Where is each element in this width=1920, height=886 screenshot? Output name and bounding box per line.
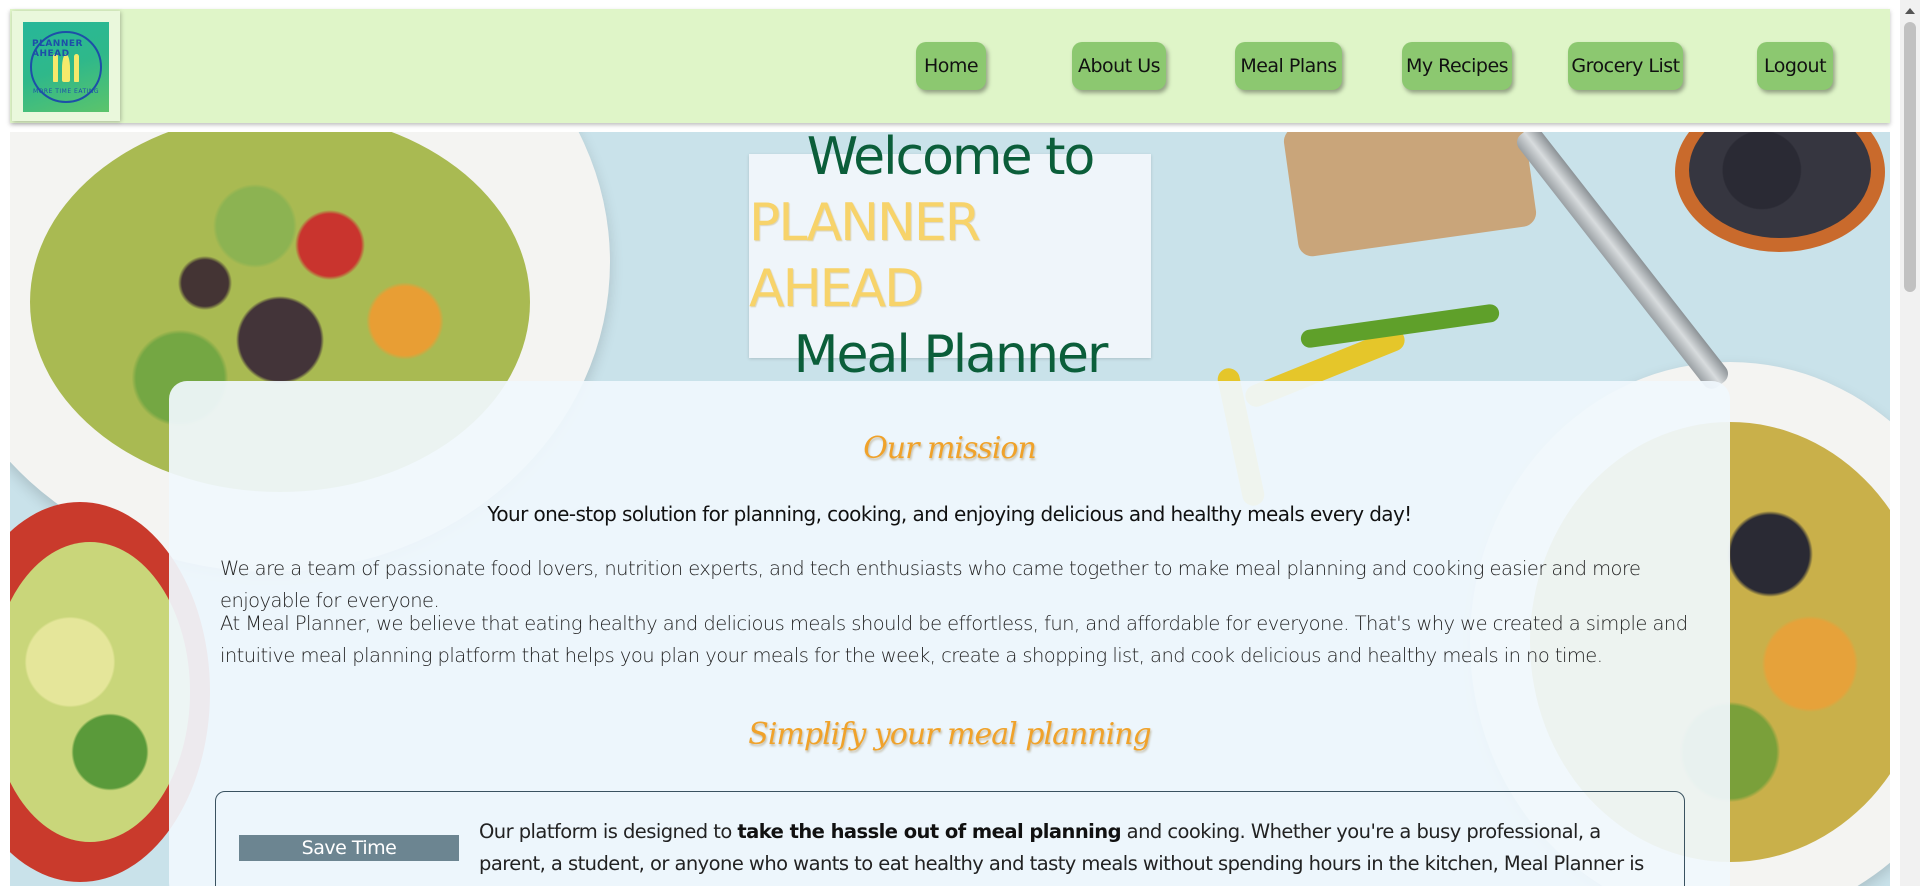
feature-description: Our platform is designed to take the has… [479, 816, 1659, 886]
logo-container[interactable]: PLANNER AHEAD MORE TIME EATING [12, 11, 120, 121]
nav-my-recipes-button[interactable]: My Recipes [1402, 42, 1512, 90]
feature-text-start: Our platform is designed to [479, 820, 738, 843]
nav-logout-button[interactable]: Logout [1757, 42, 1833, 90]
planner-ahead-logo[interactable]: PLANNER AHEAD MORE TIME EATING [23, 22, 109, 112]
nav-home-button[interactable]: Home [916, 42, 986, 90]
feature-text-bold: take the hassle out of meal planning [737, 820, 1122, 843]
content-panel: Our mission Your one-stop solution for p… [169, 381, 1730, 886]
black-beans-bowl-decor [1675, 132, 1885, 252]
scroll-up-arrow-icon[interactable] [1905, 8, 1915, 14]
logo-ring: PLANNER AHEAD MORE TIME EATING [30, 31, 102, 103]
top-navbar: PLANNER AHEAD MORE TIME EATING Home Abou… [10, 9, 1890, 123]
mission-heading: Our mission [863, 431, 1037, 466]
lead-text: Your one-stop solution for planning, coo… [487, 502, 1412, 526]
logo-top-text: PLANNER AHEAD [32, 39, 83, 59]
about-paragraph-2: At Meal Planner, we believe that eating … [220, 612, 1688, 667]
nav-meal-plans-button[interactable]: Meal Plans [1235, 42, 1342, 90]
welcome-title-box: Welcome to PLANNER AHEAD Meal Planner [749, 127, 1151, 385]
page-scrollbar[interactable] [1900, 0, 1920, 886]
nav-grocery-list-button[interactable]: Grocery List [1568, 42, 1683, 90]
simplify-heading: Simplify your meal planning [748, 717, 1151, 752]
nav-about-us-button[interactable]: About Us [1072, 42, 1166, 90]
title-brand-name: PLANNER AHEAD [749, 193, 981, 319]
title-meal-planner: Meal Planner [793, 325, 1109, 385]
title-welcome: Welcome to [806, 127, 1096, 187]
save-time-button[interactable]: Save Time [239, 835, 459, 861]
scrollbar-thumb[interactable] [1904, 22, 1916, 292]
cutting-board-decor [1282, 132, 1538, 259]
logo-bottom-text: MORE TIME EATING [32, 88, 100, 95]
feature-card: Save Time Our platform is designed to ta… [215, 791, 1685, 886]
